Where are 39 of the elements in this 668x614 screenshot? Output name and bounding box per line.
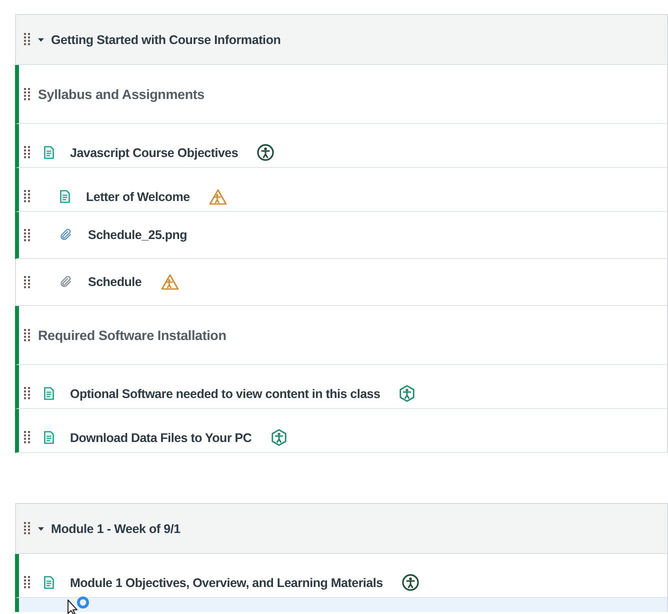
caret-icon[interactable]: [38, 526, 44, 532]
drag-handle-icon[interactable]: [24, 276, 31, 288]
module-header[interactable]: Getting Started with Course Information: [16, 15, 667, 65]
item-title-link[interactable]: Javascript Course Objectives: [70, 146, 238, 160]
drag-handle-icon[interactable]: [24, 431, 31, 444]
document-icon: [44, 576, 54, 589]
accessibility-hexagon-icon[interactable]: [270, 429, 287, 446]
drag-handle-icon[interactable]: [24, 88, 31, 100]
accessibility-icon[interactable]: [402, 574, 419, 591]
module-title: Module 1 - Week of 9/1: [51, 522, 180, 536]
item-title-link[interactable]: Schedule_25.png: [88, 228, 188, 242]
drag-handle-icon[interactable]: [24, 576, 31, 589]
accessibility-icon[interactable]: [257, 144, 274, 161]
drag-handle-icon[interactable]: [24, 228, 31, 242]
module-header[interactable]: Module 1 - Week of 9/1: [16, 504, 667, 554]
document-icon: [44, 387, 54, 400]
item-title-link[interactable]: Schedule: [88, 275, 142, 289]
drag-handle-icon[interactable]: [24, 33, 31, 46]
drag-handle-icon[interactable]: [24, 387, 31, 400]
document-icon: [44, 431, 54, 444]
paperclip-icon: [60, 276, 72, 288]
drag-handle-icon[interactable]: [24, 328, 31, 342]
subheader-text: Required Software Installation: [38, 328, 226, 342]
item-title-link[interactable]: Letter of Welcome: [86, 190, 190, 204]
subheader-text: Syllabus and Assignments: [38, 86, 204, 102]
drag-handle-icon[interactable]: [24, 146, 31, 159]
accessibility-hexagon-icon[interactable]: [399, 385, 416, 402]
warning-triangle-icon[interactable]: [208, 188, 227, 204]
document-icon: [60, 190, 70, 203]
drag-handle-icon[interactable]: [24, 522, 31, 535]
paperclip-icon: [60, 229, 72, 241]
item-title-link[interactable]: Download Data Files to Your PC: [70, 430, 252, 444]
item-title-link[interactable]: Module 1 Objectives, Overview, and Learning Materials: [70, 576, 383, 590]
document-icon: [44, 146, 54, 159]
warning-triangle-icon[interactable]: [160, 274, 179, 290]
module-title: Getting Started with Course Information: [51, 32, 281, 46]
item-title-link[interactable]: Optional Software needed to view content in this class: [70, 386, 380, 400]
caret-icon[interactable]: [38, 36, 44, 42]
drag-handle-icon[interactable]: [24, 190, 31, 203]
